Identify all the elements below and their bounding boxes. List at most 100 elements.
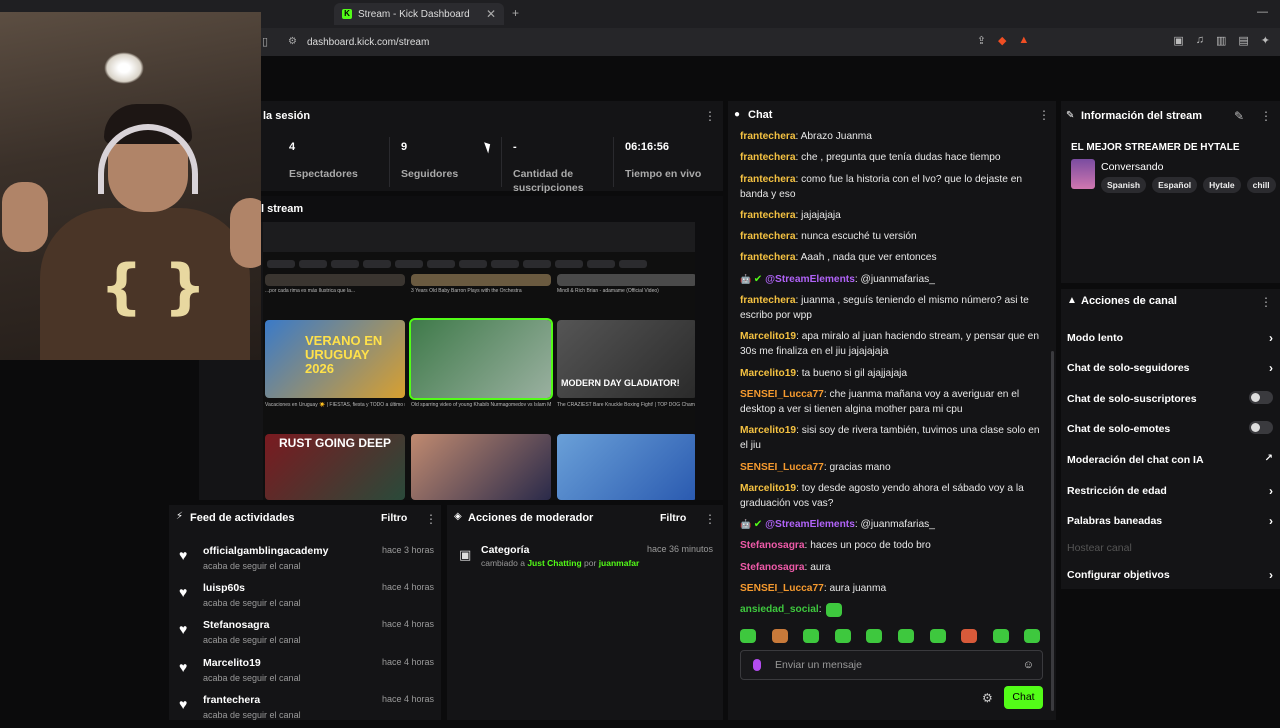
- chat-username[interactable]: frantechera: [740, 210, 796, 221]
- emote-icon[interactable]: [740, 629, 756, 643]
- chat-text: : che , pregunta que tenía dudas hace ti…: [795, 152, 1001, 164]
- action-followers-only[interactable]: Chat de solo-seguidores ›: [1067, 361, 1273, 375]
- session-menu-icon[interactable]: ⋮: [704, 109, 716, 123]
- chat-scrollbar[interactable]: [1051, 351, 1054, 711]
- screenshot-icon[interactable]: ▣: [1173, 34, 1183, 47]
- video-thumbnail: [557, 274, 695, 286]
- action-slow-mode[interactable]: Modo lento ›: [1067, 331, 1273, 345]
- chat-username[interactable]: Stefanosagra: [740, 540, 805, 551]
- chat-username[interactable]: Marcelito19: [740, 368, 796, 379]
- emote-icon[interactable]: [803, 629, 820, 643]
- edit-pencil-icon[interactable]: ✎: [1234, 109, 1244, 123]
- chat-username[interactable]: SENSEI_Lucca77: [740, 389, 824, 400]
- action-ai-moderation[interactable]: Moderación del chat con IA ↗: [1067, 453, 1273, 466]
- emote-icon[interactable]: [961, 629, 978, 643]
- tag[interactable]: chill: [1246, 177, 1276, 193]
- emote-icon[interactable]: [897, 629, 914, 643]
- chat-username[interactable]: SENSEI_Lucca77: [740, 462, 824, 473]
- sidebar-icon[interactable]: ▥: [1216, 34, 1226, 47]
- emote-icon[interactable]: [1024, 629, 1041, 643]
- webcam-overlay: { }: [0, 12, 261, 360]
- mod-action-prefix: cambiado a: [481, 558, 525, 568]
- chat-username[interactable]: @StreamElements: [765, 519, 855, 530]
- activity-user[interactable]: Marcelito19: [203, 657, 261, 669]
- activity-user[interactable]: officialgamblingacademy: [203, 545, 328, 557]
- chat-username[interactable]: Marcelito19: [740, 331, 796, 342]
- chat-username[interactable]: Stefanosagra: [740, 562, 805, 573]
- chat-username[interactable]: frantechera: [740, 131, 796, 142]
- activity-user[interactable]: Stefanosagra: [203, 619, 270, 631]
- emoji-picker-icon[interactable]: ☺: [1023, 659, 1034, 671]
- emotes-only-toggle[interactable]: [1249, 421, 1273, 434]
- chat-username[interactable]: ansiedad_social: [740, 604, 819, 615]
- activity-filter-button[interactable]: Filtro: [381, 512, 407, 524]
- stat-value: 9: [401, 141, 408, 153]
- divider: [613, 137, 614, 187]
- activity-item: ♥ luisp60s acaba de seguir el canal hace…: [179, 580, 434, 616]
- lamp-light: [104, 52, 144, 84]
- chat-username[interactable]: SENSEI_Lucca77: [740, 583, 824, 594]
- chat-message-input[interactable]: Enviar un mensaje ☺: [740, 650, 1043, 680]
- tag[interactable]: Hytale: [1203, 177, 1241, 193]
- action-banned-words[interactable]: Palabras baneadas ›: [1067, 514, 1273, 528]
- bookmark-icon[interactable]: ▯: [262, 35, 268, 48]
- send-chat-button[interactable]: Chat: [1004, 686, 1043, 709]
- emote-icon[interactable]: [834, 629, 851, 643]
- chat-menu-icon[interactable]: ⋮: [1038, 108, 1050, 122]
- chat-text: : aura juanma: [823, 583, 887, 595]
- stat-label: Seguidores: [401, 168, 459, 180]
- activity-user[interactable]: luisp60s: [203, 582, 245, 594]
- emote-icon[interactable]: [771, 629, 788, 643]
- rewards-icon[interactable]: ▲: [1018, 34, 1029, 47]
- chat-text: : @juanmafarias_: [854, 273, 935, 285]
- video-thumbnail: [409, 318, 553, 400]
- mod-action-value: Just Chatting: [527, 558, 582, 568]
- chat-text: : gracias mano: [823, 461, 891, 473]
- emote-icon[interactable]: [929, 629, 946, 643]
- share-icon[interactable]: ⇪: [977, 34, 986, 47]
- browser-tab-active[interactable]: K Stream - Kick Dashboard ✕: [334, 3, 504, 25]
- wallet-icon[interactable]: ▤: [1238, 34, 1248, 47]
- chat-username[interactable]: frantechera: [740, 174, 796, 185]
- chat-username[interactable]: Marcelito19: [740, 425, 796, 436]
- mod-action-moderator[interactable]: juanmafar: [599, 558, 640, 568]
- chat-settings-icon[interactable]: ⚙: [982, 691, 993, 705]
- chat-username[interactable]: Marcelito19: [740, 483, 796, 494]
- media-icon[interactable]: ♫: [1196, 34, 1204, 47]
- chat-username[interactable]: frantechera: [740, 252, 796, 263]
- channel-actions-menu-icon[interactable]: ⋮: [1260, 295, 1272, 309]
- tab-title: Stream - Kick Dashboard: [358, 8, 470, 20]
- chat-username[interactable]: @StreamElements: [765, 274, 855, 285]
- moderator-filter-button[interactable]: Filtro: [660, 512, 686, 524]
- moderator-menu-icon[interactable]: ⋮: [704, 512, 716, 526]
- action-age-restriction[interactable]: Restricción de edad ›: [1067, 484, 1273, 498]
- video-thumbnail: [411, 274, 551, 286]
- site-info-icon[interactable]: ⚙: [288, 36, 297, 47]
- tag[interactable]: Spanish: [1101, 177, 1147, 193]
- emote-icon[interactable]: [866, 629, 883, 643]
- stream-info-menu-icon[interactable]: ⋮: [1260, 109, 1272, 123]
- action-label: Chat de solo-suscriptores: [1067, 393, 1197, 405]
- extension-icon[interactable]: ✦: [1261, 34, 1270, 47]
- url-text[interactable]: dashboard.kick.com/stream: [307, 37, 429, 48]
- activity-item: ♥ frantechera acaba de seguir el canal h…: [179, 692, 434, 728]
- mic-icon[interactable]: [753, 659, 761, 671]
- action-set-goals[interactable]: Configurar objetivos ›: [1067, 568, 1273, 582]
- stream-video-preview[interactable]: ...por cada rima es más Ilustrica que la…: [263, 222, 695, 500]
- shield-brave-icon[interactable]: ◆: [998, 34, 1006, 47]
- activity-menu-icon[interactable]: ⋮: [425, 512, 437, 526]
- close-tab-icon[interactable]: ✕: [486, 7, 496, 21]
- stream-category[interactable]: Conversando: [1101, 161, 1163, 173]
- tag[interactable]: Español: [1152, 177, 1198, 193]
- subscribers-only-toggle[interactable]: [1249, 391, 1273, 404]
- minimize-icon[interactable]: —: [1257, 6, 1268, 18]
- activity-item: ♥ Stefanosagra acaba de seguir el canal …: [179, 617, 434, 653]
- new-tab-icon[interactable]: +: [512, 6, 519, 20]
- emote-icon[interactable]: [992, 629, 1009, 643]
- activity-time: hace 4 horas: [381, 582, 434, 592]
- chevron-right-icon: ›: [1269, 331, 1273, 345]
- chat-username[interactable]: frantechera: [740, 152, 796, 163]
- activity-user[interactable]: frantechera: [203, 694, 260, 706]
- chat-username[interactable]: frantechera: [740, 231, 796, 242]
- chat-username[interactable]: frantechera: [740, 295, 796, 306]
